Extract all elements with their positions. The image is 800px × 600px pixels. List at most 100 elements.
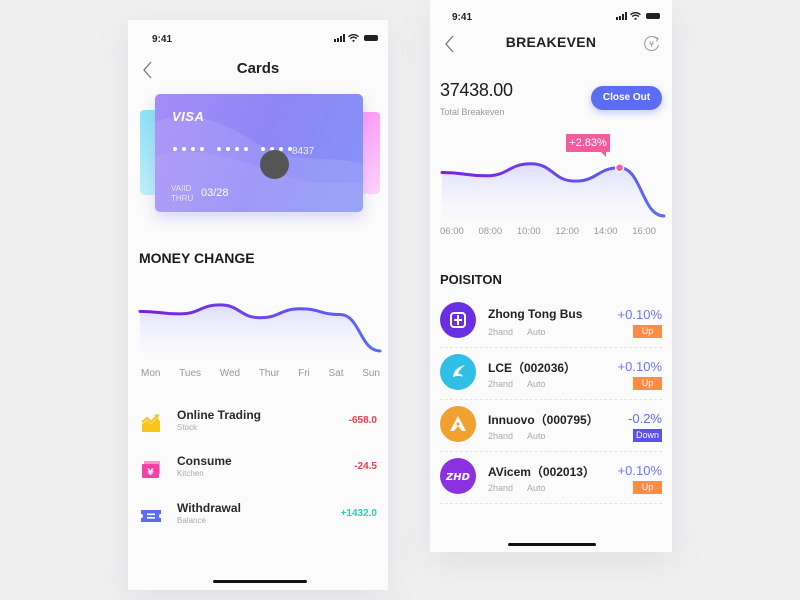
total-breakeven-label: Total Breakeven <box>440 107 505 117</box>
nav-bar: BREAKEVEN ¥ <box>430 30 672 60</box>
voucher-icon <box>141 510 161 522</box>
x-tick-label: 16:00 <box>632 226 656 237</box>
money-change-chart <box>138 303 382 355</box>
position-name: Zhong Tong Bus <box>488 307 583 321</box>
breakeven-chart <box>440 162 666 220</box>
trend-chart-icon <box>141 414 160 432</box>
transaction-name: Consume <box>177 454 232 468</box>
page-title: Cards <box>236 60 280 77</box>
x-tick-label: 08:00 <box>478 226 503 237</box>
transaction-item[interactable]: ¥ Consume Kitchen -24.5 <box>128 454 388 484</box>
total-breakeven-amount: 37438.00 <box>440 80 513 100</box>
page-title: BREAKEVEN <box>505 34 597 50</box>
divider <box>440 347 662 348</box>
x-tick-label: Mon <box>141 368 161 379</box>
trend-badge: Up <box>633 377 662 390</box>
battery-icon <box>364 35 378 41</box>
position-tag: 2hand <box>488 431 514 441</box>
transaction-item[interactable]: Online Trading Stock -658.0 <box>128 408 388 438</box>
svg-text:¥: ¥ <box>649 40 654 49</box>
position-item[interactable]: Zhong Tong Bus 2hand Auto +0.10% Up <box>430 302 672 354</box>
wing-logo-icon <box>453 365 465 377</box>
position-tag: Auto <box>527 431 546 441</box>
transaction-amount: +1432.0 <box>340 508 377 519</box>
divider <box>440 503 662 504</box>
transaction-category: Balance <box>177 516 206 525</box>
card-brand: VISA <box>172 109 205 124</box>
valid-thru-date: 03/28 <box>201 187 229 199</box>
breakeven-screen: 9:41 BREAKEVEN ¥ 37438.00 Total Breakeve… <box>430 0 672 552</box>
trend-badge: Up <box>633 481 662 494</box>
breakeven-x-axis: 06:00 08:00 10:00 12:00 14:00 16:00 <box>440 226 656 237</box>
cards-screen: 9:41 Cards VISA 8437 VAIID THRU 03/28 MO… <box>128 20 388 590</box>
position-tag: 2hand <box>488 327 514 337</box>
signal-icon <box>334 34 345 42</box>
position-name: Innuovo（000795） <box>488 413 599 427</box>
position-name: LCE（002036） <box>488 361 577 375</box>
mountain-logo-icon <box>450 416 466 431</box>
status-time: 9:41 <box>152 34 173 45</box>
position-tags: 2hand Auto <box>488 327 546 337</box>
x-tick-label: Fri <box>298 368 310 379</box>
svg-text:¥: ¥ <box>147 468 154 478</box>
status-icons <box>334 34 378 42</box>
position-tag: 2hand <box>488 483 514 493</box>
transaction-category: Kitchen <box>177 469 204 478</box>
signal-icon <box>616 12 627 20</box>
position-item[interactable]: Innuovo（000795） 2hand Auto -0.2% Down <box>430 406 672 458</box>
position-name: AVicem（002013） <box>488 465 595 479</box>
x-tick-label: Sun <box>362 368 380 379</box>
position-tag: Auto <box>527 327 546 337</box>
position-title: POISITON <box>440 272 502 287</box>
home-indicator[interactable] <box>508 543 596 546</box>
bus-logo-icon <box>450 312 466 328</box>
x-tick-label: Tues <box>179 368 202 379</box>
ticket-icon: ¥ <box>142 461 160 478</box>
highlight-point[interactable] <box>614 163 625 173</box>
currency-refresh-icon[interactable]: ¥ <box>642 34 662 54</box>
x-tick-label: 12:00 <box>555 226 580 237</box>
battery-icon <box>646 13 660 19</box>
zhd-logo-icon: ZHD <box>445 472 470 483</box>
money-change-x-axis: Mon Tues Wed Thur Fri Sat Sun <box>141 368 380 379</box>
x-tick-label: Sat <box>328 368 344 379</box>
position-tags: 2hand Auto <box>488 431 546 441</box>
position-tag: Auto <box>527 379 546 389</box>
status-icons <box>616 12 660 20</box>
credit-card[interactable]: VISA 8437 VAIID THRU 03/28 <box>155 94 363 212</box>
position-tags: 2hand Auto <box>488 379 546 389</box>
position-tag: 2hand <box>488 379 514 389</box>
position-change: +0.10% <box>617 307 662 322</box>
position-item[interactable]: ZHD AVicem（002013） 2hand Auto +0.10% Up <box>430 458 672 510</box>
money-change-title: MONEY CHANGE <box>139 250 255 266</box>
company-avatar <box>440 354 476 390</box>
company-avatar <box>440 302 476 338</box>
transaction-name: Withdrawal <box>177 501 241 515</box>
touch-indicator <box>260 150 289 179</box>
position-change: +0.10% <box>617 463 662 478</box>
close-out-button[interactable]: Close Out <box>591 86 662 110</box>
trend-badge: Up <box>633 325 662 338</box>
transaction-amount: -24.5 <box>354 461 377 472</box>
x-tick-label: 14:00 <box>593 226 618 237</box>
wifi-icon <box>630 12 641 20</box>
transaction-category: Stock <box>177 423 198 432</box>
status-bar: 9:41 <box>128 20 388 60</box>
position-change: -0.2% <box>628 411 662 426</box>
divider <box>440 399 662 400</box>
x-tick-label: Wed <box>219 368 241 379</box>
x-tick-label: Thur <box>258 368 280 379</box>
company-avatar <box>440 406 476 442</box>
valid-thru-label: VAIID THRU <box>171 184 194 203</box>
position-tags: 2hand Auto <box>488 483 546 493</box>
home-indicator[interactable] <box>213 580 307 583</box>
trend-badge: Down <box>633 429 662 442</box>
x-tick-label: 10:00 <box>516 226 541 237</box>
transaction-item[interactable]: Withdrawal Balance +1432.0 <box>128 501 388 531</box>
transaction-name: Online Trading <box>177 408 262 422</box>
card-last4: 8437 <box>292 146 315 157</box>
divider <box>440 451 662 452</box>
transaction-amount: -658.0 <box>348 415 377 426</box>
nav-bar: Cards <box>128 56 388 86</box>
position-item[interactable]: LCE（002036） 2hand Auto +0.10% Up <box>430 354 672 406</box>
